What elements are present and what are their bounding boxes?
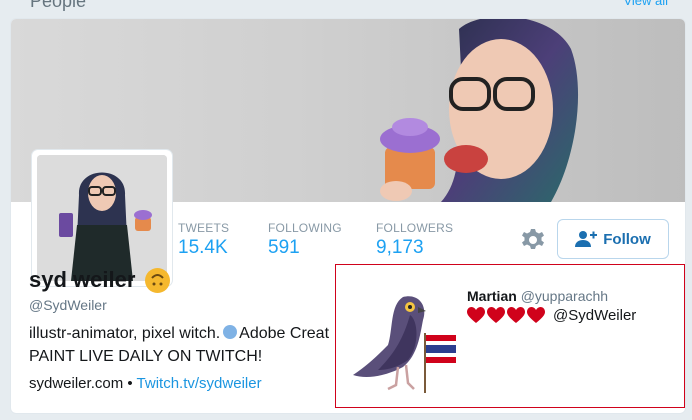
twitch-link[interactable]: Twitch.tv/sydweiler xyxy=(137,375,262,392)
profile-name-text: syd weiler xyxy=(29,267,136,292)
stat-value: 9,173 xyxy=(376,237,424,258)
stat-label: TWEETS xyxy=(178,221,230,235)
website-link[interactable]: sydweiler.com xyxy=(29,375,123,392)
heart-icon xyxy=(507,307,525,323)
profile-bio: illustr-animator, pixel witch. Adobe Crea… xyxy=(29,322,359,368)
follow-button[interactable]: Follow xyxy=(557,219,669,259)
stat-tweets[interactable]: TWEETS 15.4K xyxy=(178,221,229,259)
reply-user[interactable]: Martian @yupparachh xyxy=(467,288,608,304)
add-user-icon xyxy=(575,231,598,247)
heart-icon xyxy=(487,307,505,323)
heart-icon xyxy=(467,307,485,323)
stat-value: 591 xyxy=(268,237,300,258)
section-title: People xyxy=(30,0,87,11)
view-all-link[interactable]: View all xyxy=(623,0,668,8)
section-header: People View all xyxy=(0,0,692,18)
pigeon-illustration xyxy=(353,296,456,393)
follow-label: Follow xyxy=(603,230,651,248)
link-separator: • xyxy=(127,375,133,392)
reply-body: @SydWeiler xyxy=(467,307,636,324)
avatar[interactable] xyxy=(32,150,172,286)
stat-label: FOLLOWERS xyxy=(376,221,454,235)
upside-down-face-icon xyxy=(145,267,171,293)
profile-name[interactable]: syd weiler xyxy=(29,267,171,293)
stat-value: 15.4K xyxy=(178,237,228,258)
bio-line1-text: illustr-animator, pixel witch. xyxy=(29,325,221,342)
bio-line2: PAINT LIVE DAILY ON TWITCH! xyxy=(29,348,263,365)
bio-line1-continued: Adobe Creat xyxy=(239,325,330,342)
heart-icon xyxy=(527,307,545,323)
gear-icon[interactable] xyxy=(521,228,545,252)
profile-handle[interactable]: @SydWeiler xyxy=(29,297,107,313)
profile-links: sydweiler.com • Twitch.tv/sydweiler xyxy=(29,375,262,392)
reply-card: Martian @yupparachh @SydWeiler xyxy=(335,264,685,408)
reply-mention[interactable]: @SydWeiler xyxy=(553,307,636,324)
stat-followers[interactable]: FOLLOWERS 9,173 xyxy=(376,221,453,259)
reply-name: Martian xyxy=(467,288,517,304)
reply-handle: @yupparachh xyxy=(520,288,609,304)
stat-following[interactable]: FOLLOWING 591 xyxy=(268,221,342,259)
crystal-ball-icon xyxy=(223,325,238,339)
stat-label: FOLLOWING xyxy=(268,221,342,235)
